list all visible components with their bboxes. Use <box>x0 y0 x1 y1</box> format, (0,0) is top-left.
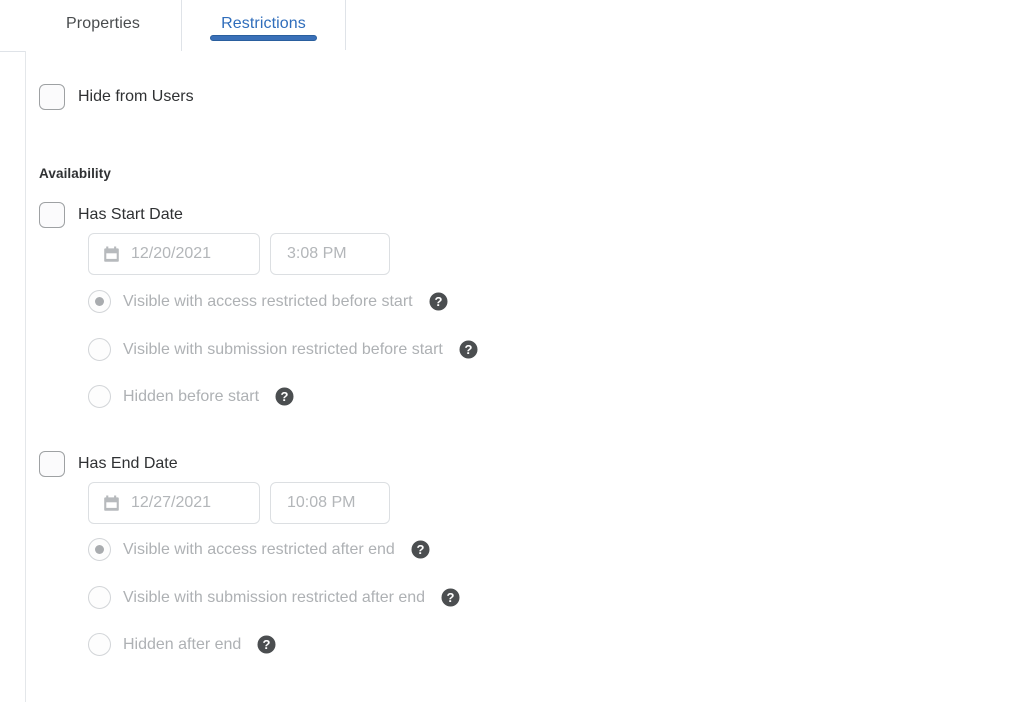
availability-heading: Availability <box>39 166 111 181</box>
end-date-input[interactable]: 12/27/2021 <box>88 482 260 524</box>
end-option-hidden[interactable]: Hidden after end ? <box>88 633 276 656</box>
start-date-value: 12/20/2021 <box>131 245 212 262</box>
has-start-date-checkbox[interactable] <box>39 202 65 228</box>
svg-text:?: ? <box>447 590 455 605</box>
has-end-date-checkbox[interactable] <box>39 451 65 477</box>
end-option-submission-restricted-radio[interactable] <box>88 586 111 609</box>
hide-from-users-checkbox[interactable] <box>39 84 65 110</box>
end-option-hidden-label: Hidden after end <box>123 635 242 653</box>
has-end-date-label: Has End Date <box>78 455 178 472</box>
help-circle-icon[interactable]: ? <box>459 340 478 359</box>
svg-text:?: ? <box>416 542 424 557</box>
end-option-access-restricted[interactable]: Visible with access restricted after end… <box>88 538 430 561</box>
has-start-date-label: Has Start Date <box>78 206 183 223</box>
start-date-input[interactable]: 12/20/2021 <box>88 233 260 275</box>
end-time-value: 10:08 PM <box>287 494 356 511</box>
hide-from-users-row[interactable]: Hide from Users <box>39 84 194 110</box>
svg-text:?: ? <box>281 389 289 404</box>
active-tab-indicator <box>210 35 317 41</box>
help-circle-icon[interactable]: ? <box>275 387 294 406</box>
end-date-value: 12/27/2021 <box>131 494 212 511</box>
svg-text:?: ? <box>434 294 442 309</box>
start-time-value: 3:08 PM <box>287 245 347 262</box>
end-option-submission-restricted-label: Visible with submission restricted after… <box>123 588 426 606</box>
end-datetime-row: 12/27/2021 10:08 PM <box>88 482 390 524</box>
tab-restrictions-label: Restrictions <box>221 15 306 32</box>
start-option-access-restricted[interactable]: Visible with access restricted before st… <box>88 290 448 313</box>
restrictions-panel: Hide from Users Availability Has Start D… <box>25 51 1024 702</box>
help-circle-icon[interactable]: ? <box>441 588 460 607</box>
start-option-access-restricted-radio[interactable] <box>88 290 111 313</box>
restrictions-page: Properties Restrictions Hide from Users … <box>0 0 1024 702</box>
has-end-date-row[interactable]: Has End Date <box>39 451 178 477</box>
calendar-icon <box>103 495 120 512</box>
tab-properties[interactable]: Properties <box>25 0 182 52</box>
start-datetime-row: 12/20/2021 3:08 PM <box>88 233 390 275</box>
calendar-icon <box>103 246 120 263</box>
start-option-submission-restricted-radio[interactable] <box>88 338 111 361</box>
hide-from-users-label: Hide from Users <box>78 88 194 105</box>
tab-bar: Properties Restrictions <box>0 0 1024 52</box>
start-option-access-restricted-label: Visible with access restricted before st… <box>123 292 413 310</box>
end-option-hidden-radio[interactable] <box>88 633 111 656</box>
svg-text:?: ? <box>464 342 472 357</box>
start-time-input[interactable]: 3:08 PM <box>270 233 390 275</box>
help-circle-icon[interactable]: ? <box>411 540 430 559</box>
end-time-input[interactable]: 10:08 PM <box>270 482 390 524</box>
end-option-submission-restricted[interactable]: Visible with submission restricted after… <box>88 586 460 609</box>
active-tab-merge <box>182 50 346 52</box>
has-start-date-row[interactable]: Has Start Date <box>39 202 183 228</box>
start-option-hidden-label: Hidden before start <box>123 387 260 405</box>
tab-restrictions[interactable]: Restrictions <box>182 0 346 52</box>
start-option-hidden-radio[interactable] <box>88 385 111 408</box>
help-circle-icon[interactable]: ? <box>257 635 276 654</box>
start-option-submission-restricted-label: Visible with submission restricted befor… <box>123 340 443 358</box>
start-option-hidden[interactable]: Hidden before start ? <box>88 385 294 408</box>
start-option-submission-restricted[interactable]: Visible with submission restricted befor… <box>88 338 478 361</box>
end-option-access-restricted-label: Visible with access restricted after end <box>123 540 395 558</box>
tab-properties-label: Properties <box>66 15 140 32</box>
svg-text:?: ? <box>263 637 271 652</box>
help-circle-icon[interactable]: ? <box>429 292 448 311</box>
end-option-access-restricted-radio[interactable] <box>88 538 111 561</box>
